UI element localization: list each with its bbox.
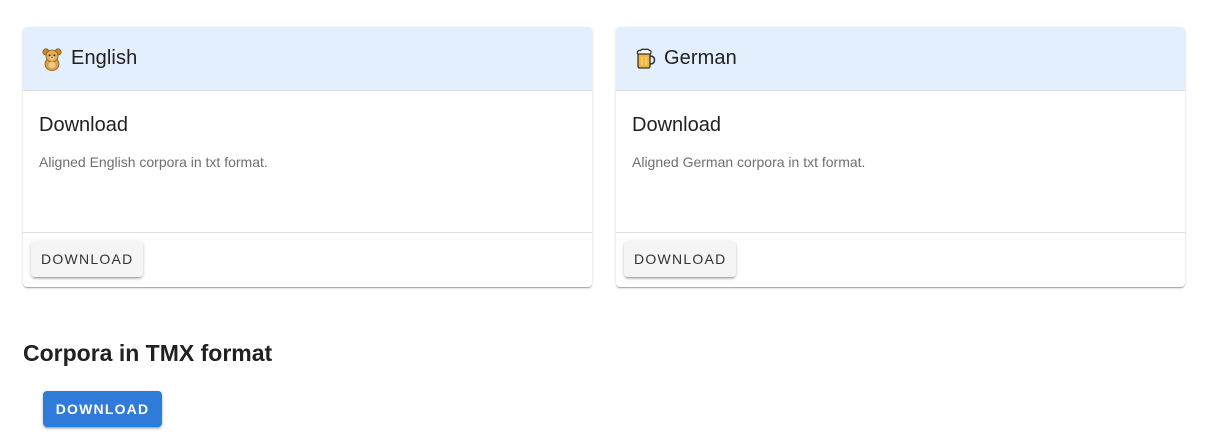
german-card-title: German <box>664 47 737 69</box>
beer-mug-icon <box>633 47 657 71</box>
tmx-section-heading: Corpora in TMX format <box>23 340 273 366</box>
teddy-bear-icon <box>40 47 64 71</box>
english-card-body: Download Aligned English corpora in txt … <box>23 91 592 233</box>
tmx-download-button[interactable]: Download <box>43 391 162 427</box>
language-cards: English Download Aligned English corpora… <box>23 27 1185 288</box>
german-card-body: Download Aligned German corpora in txt f… <box>616 91 1185 233</box>
english-card-header: English <box>23 27 592 91</box>
german-card-subtitle: Download <box>632 114 721 136</box>
german-card-actions: Download <box>616 233 1185 287</box>
english-card-title: English <box>71 47 138 69</box>
german-card-header: German <box>616 27 1185 91</box>
german-card: German Download Aligned German corpora i… <box>616 27 1185 287</box>
german-download-button[interactable]: Download <box>624 241 737 277</box>
english-card-actions: Download <box>23 233 592 287</box>
english-card-description: Aligned English corpora in txt format. <box>39 154 268 170</box>
english-card: English Download Aligned English corpora… <box>23 27 592 287</box>
english-download-button[interactable]: Download <box>31 241 144 277</box>
german-card-description: Aligned German corpora in txt format. <box>632 154 866 170</box>
english-card-subtitle: Download <box>39 114 128 136</box>
